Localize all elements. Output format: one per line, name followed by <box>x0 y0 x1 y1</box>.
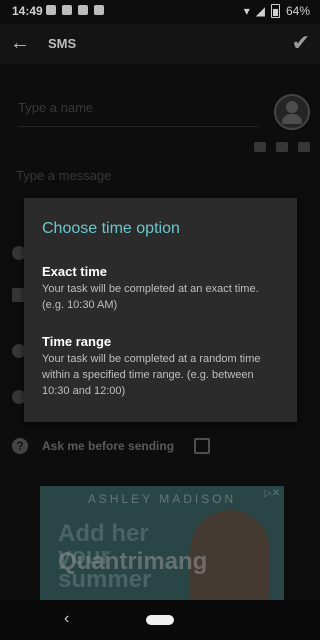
notification-icons <box>46 5 104 15</box>
nav-back-icon[interactable]: ‹ <box>64 610 69 628</box>
person-icon <box>78 5 88 15</box>
time-option-dialog: Choose time option Exact time Your task … <box>24 198 297 422</box>
option-title: Exact time <box>42 264 108 279</box>
screen: 14:49 ▾ ◢ 64% ← SMS ✔ Type a name Type a… <box>0 0 320 640</box>
status-bar: 14:49 ▾ ◢ 64% <box>0 0 320 24</box>
status-time: 14:49 <box>12 4 43 18</box>
wifi-icon: ▾ <box>243 4 250 18</box>
system-nav-bar: ‹ <box>0 600 320 640</box>
option-description: Your task will be completed at an exact … <box>42 283 259 311</box>
battery-percent: 64% <box>285 4 310 18</box>
message-icon <box>46 5 56 15</box>
page-title: SMS <box>48 36 77 51</box>
check-icon[interactable]: ✔ <box>292 30 310 56</box>
app-bar: ← SMS ✔ <box>0 24 320 64</box>
status-right: ▾ ◢ 64% <box>244 4 310 18</box>
nav-home-button[interactable] <box>146 615 174 625</box>
mail-icon <box>94 5 104 15</box>
option-title: Time range <box>42 334 112 349</box>
phone-icon <box>62 5 72 15</box>
option-exact-time[interactable]: Exact time Your task will be completed a… <box>42 264 282 313</box>
battery-icon <box>270 4 280 18</box>
option-time-range[interactable]: Time range Your task will be completed a… <box>42 334 282 399</box>
dialog-title: Choose time option <box>42 220 180 237</box>
option-description: Your task will be completed at a random … <box>42 353 261 397</box>
back-arrow-icon[interactable]: ← <box>10 32 30 55</box>
signal-icon: ◢ <box>255 4 265 18</box>
